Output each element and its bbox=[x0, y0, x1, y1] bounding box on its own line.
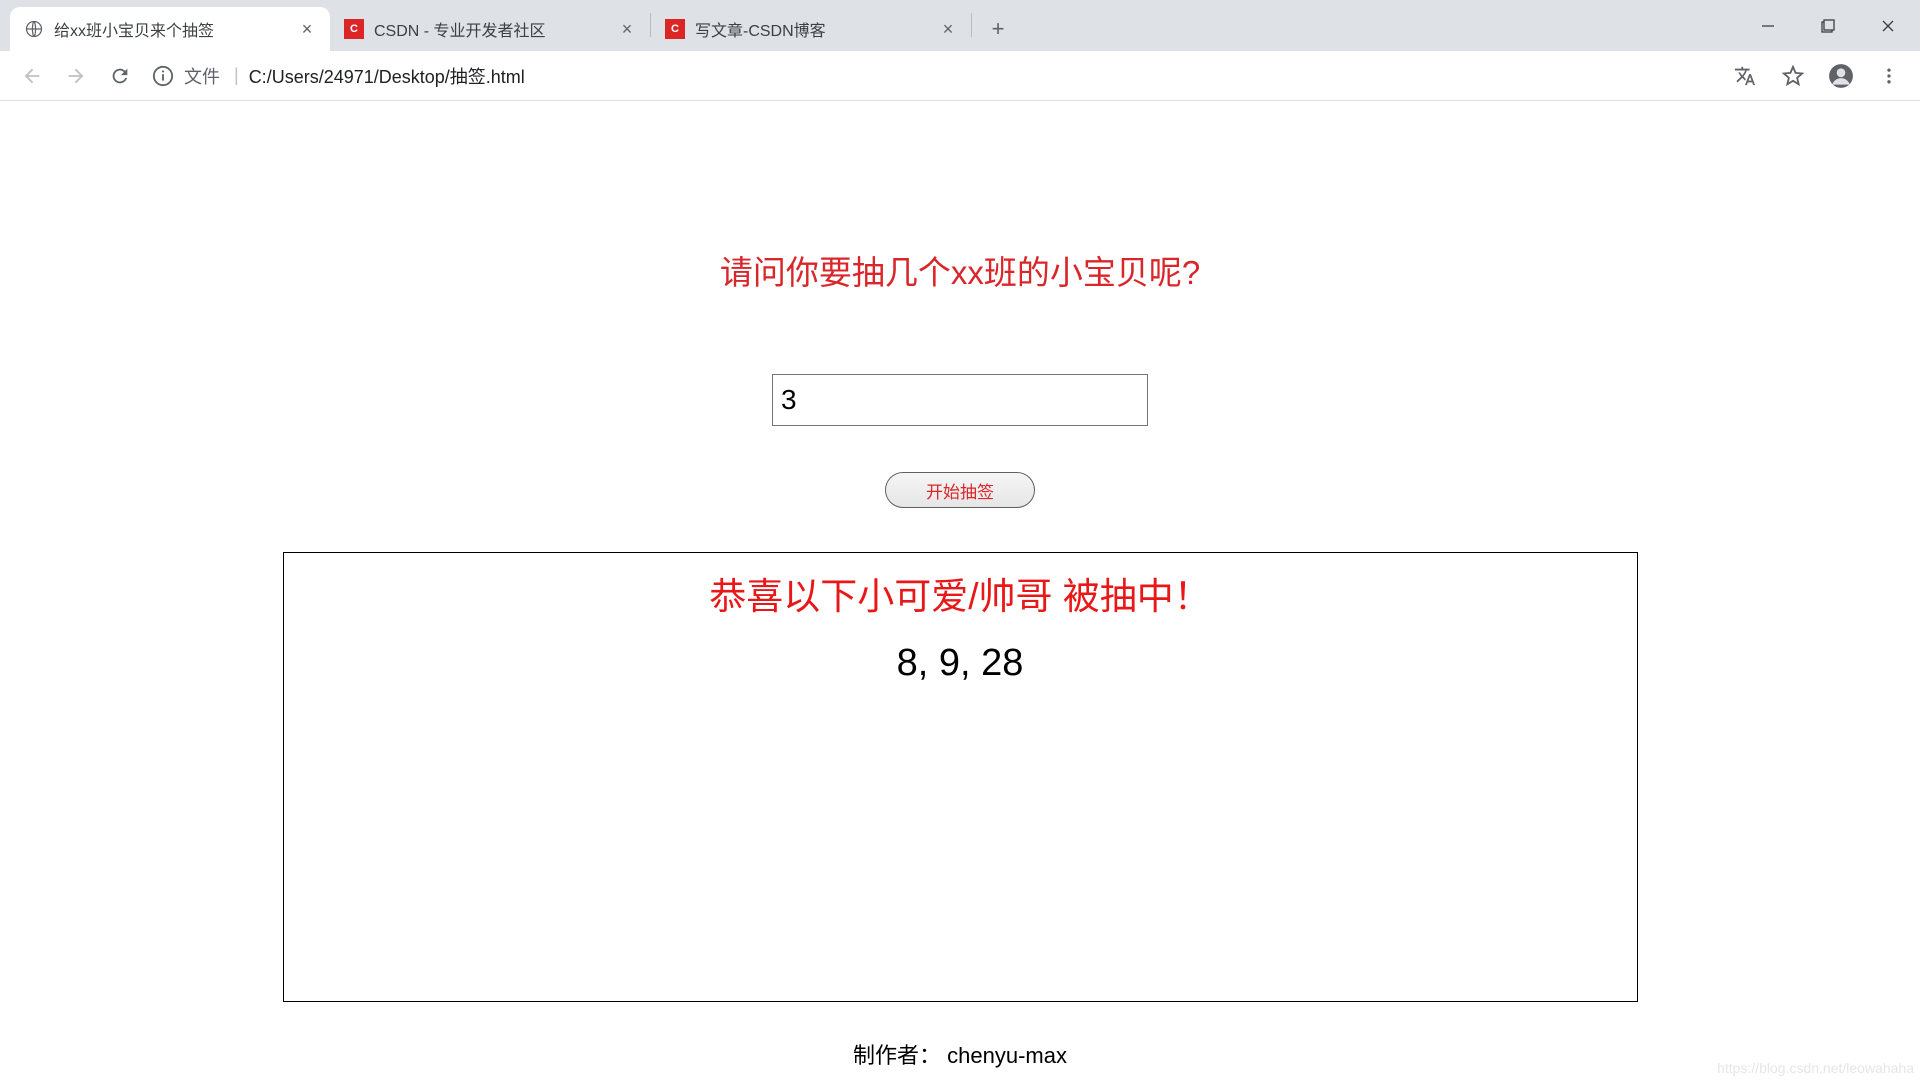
tab-separator bbox=[971, 13, 972, 37]
url-divider: | bbox=[234, 65, 239, 86]
question-heading: 请问你要抽几个xx班的小宝贝呢? bbox=[720, 246, 1200, 294]
bookmark-icon[interactable] bbox=[1772, 55, 1814, 97]
close-icon[interactable]: × bbox=[618, 20, 636, 38]
close-icon[interactable]: × bbox=[298, 20, 316, 38]
tab-title: 写文章-CSDN博客 bbox=[695, 17, 931, 41]
tab-csdn-2[interactable]: C 写文章-CSDN博客 × bbox=[651, 7, 971, 51]
count-input[interactable] bbox=[772, 374, 1148, 426]
reload-button[interactable] bbox=[98, 54, 142, 98]
start-button[interactable]: 开始抽签 bbox=[885, 472, 1035, 508]
tab-csdn-1[interactable]: C CSDN - 专业开发者社区 × bbox=[330, 7, 650, 51]
result-title: 恭喜以下小可爱/帅哥 被抽中！ bbox=[284, 566, 1637, 620]
window-controls bbox=[1738, 0, 1920, 51]
tab-title: 给xx班小宝贝来个抽签 bbox=[54, 17, 290, 41]
address-bar: 文件 | C:/Users/24971/Desktop/抽签.html bbox=[0, 51, 1920, 101]
tab-active[interactable]: 给xx班小宝贝来个抽签 × bbox=[10, 7, 330, 51]
close-window-button[interactable] bbox=[1858, 6, 1918, 46]
result-box: 恭喜以下小可爱/帅哥 被抽中！ 8, 9, 28 bbox=[283, 552, 1638, 1002]
url-bar[interactable]: 文件 | C:/Users/24971/Desktop/抽签.html bbox=[152, 57, 1714, 95]
browser-tab-strip: 给xx班小宝贝来个抽签 × C CSDN - 专业开发者社区 × C 写文章-C… bbox=[0, 0, 1920, 51]
forward-button[interactable] bbox=[54, 54, 98, 98]
globe-icon bbox=[24, 19, 44, 39]
url-prefix: 文件 bbox=[184, 63, 220, 89]
tab-title: CSDN - 专业开发者社区 bbox=[374, 17, 610, 41]
translate-icon[interactable] bbox=[1724, 55, 1766, 97]
result-numbers: 8, 9, 28 bbox=[284, 642, 1637, 685]
toolbar-right bbox=[1724, 55, 1910, 97]
maximize-button[interactable] bbox=[1798, 6, 1858, 46]
author-label: 制作者： chenyu-max bbox=[853, 1038, 1067, 1070]
back-button[interactable] bbox=[10, 54, 54, 98]
csdn-icon: C bbox=[344, 19, 364, 39]
watermark: https://blog.csdn.net/leowahaha bbox=[1717, 1060, 1914, 1076]
url-path: C:/Users/24971/Desktop/抽签.html bbox=[249, 63, 525, 89]
profile-icon[interactable] bbox=[1820, 55, 1862, 97]
info-icon bbox=[152, 65, 174, 87]
tabs-area: 给xx班小宝贝来个抽签 × C CSDN - 专业开发者社区 × C 写文章-C… bbox=[10, 7, 1738, 51]
close-icon[interactable]: × bbox=[939, 20, 957, 38]
menu-icon[interactable] bbox=[1868, 55, 1910, 97]
minimize-button[interactable] bbox=[1738, 6, 1798, 46]
new-tab-button[interactable]: + bbox=[980, 11, 1016, 47]
csdn-icon: C bbox=[665, 19, 685, 39]
page-content: 请问你要抽几个xx班的小宝贝呢? 开始抽签 恭喜以下小可爱/帅哥 被抽中！ 8,… bbox=[0, 101, 1920, 1070]
